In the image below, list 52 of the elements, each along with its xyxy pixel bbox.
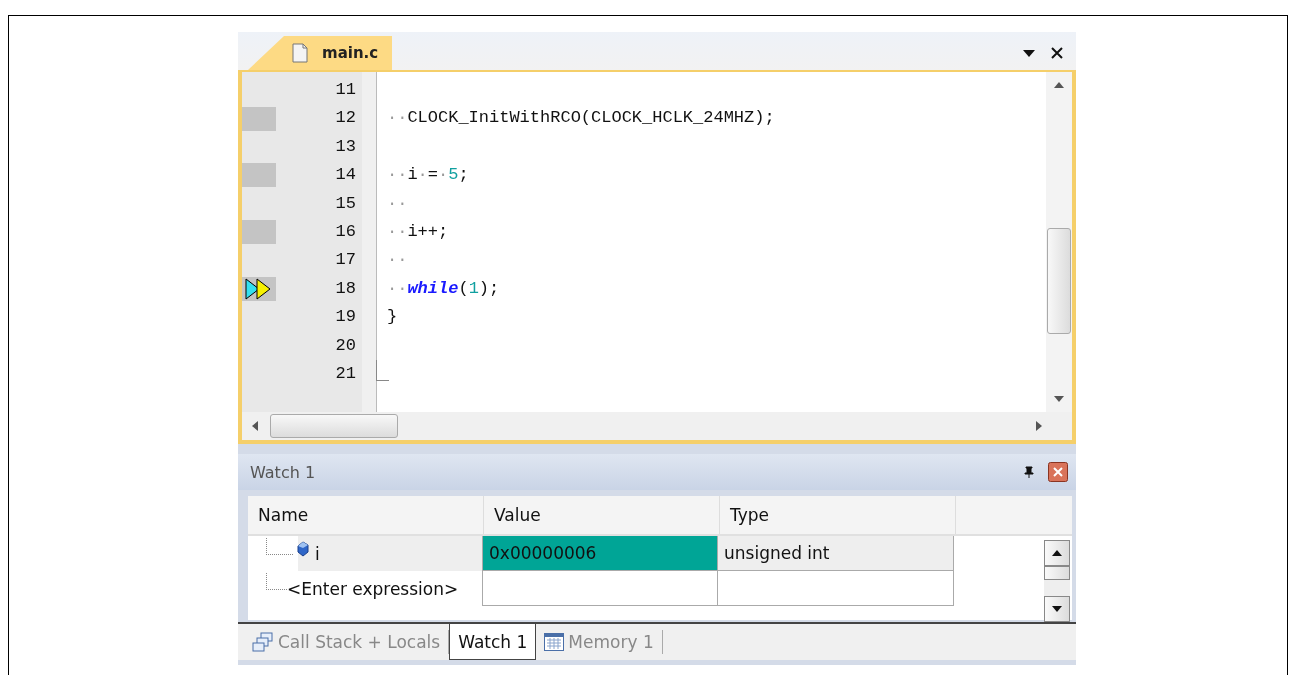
scroll-down-button[interactable]	[1044, 596, 1070, 622]
dropdown-icon[interactable]	[1022, 48, 1036, 58]
file-tab[interactable]: main.c	[248, 36, 393, 70]
document-icon	[292, 43, 308, 63]
scroll-up-icon[interactable]	[1054, 82, 1064, 88]
close-icon[interactable]	[1048, 462, 1068, 482]
line-number: 20	[335, 334, 356, 357]
column-header[interactable]: Name	[248, 496, 484, 534]
stack-windows-icon	[252, 632, 274, 652]
variable-name: i	[315, 543, 320, 564]
code-line: ··while(1);	[387, 278, 500, 298]
column-header[interactable]: Value	[484, 496, 720, 534]
close-icon[interactable]	[1050, 46, 1064, 60]
type-cell: unsigned int	[718, 536, 954, 571]
down-arrow-icon	[1052, 606, 1062, 612]
scroll-thumb[interactable]	[1047, 228, 1071, 334]
code-line: }	[387, 307, 398, 327]
code-line: ··i·=·5;	[387, 165, 469, 185]
vertical-scrollbar[interactable]	[1046, 72, 1072, 412]
line-number: 16	[335, 220, 356, 243]
line-number: 11	[335, 79, 356, 101]
up-arrow-icon	[1052, 550, 1062, 556]
scroll-left-icon[interactable]	[252, 421, 258, 431]
code-line: ··i++;	[387, 221, 449, 241]
code-line: ··CLOCK_InitWithRCO(CLOCK_HCLK_24MHZ);	[387, 108, 775, 128]
panel-title: Watch 1	[250, 462, 316, 482]
panel-tab[interactable]: Watch 1	[449, 624, 537, 660]
pin-icon[interactable]	[1024, 466, 1034, 478]
scroll-up-button[interactable]	[1044, 540, 1070, 566]
line-number: 18	[335, 277, 356, 300]
scroll-right-icon[interactable]	[1036, 421, 1042, 431]
code-line: ··	[387, 193, 408, 213]
scroll-thumb[interactable]	[1044, 566, 1070, 580]
horizontal-scrollbar[interactable]	[242, 412, 1072, 440]
vertical-scrollbar[interactable]	[1044, 540, 1070, 622]
scroll-down-icon[interactable]	[1054, 396, 1064, 402]
code-line: ··	[387, 250, 408, 270]
variable-icon	[297, 540, 309, 557]
line-number: 13	[335, 135, 356, 158]
scroll-thumb[interactable]	[270, 414, 398, 438]
fold-marker	[376, 359, 389, 381]
line-number: 19	[335, 306, 356, 329]
line-number: 17	[335, 249, 356, 272]
line-number: 21	[335, 362, 356, 385]
column-header[interactable]: Type	[720, 496, 956, 534]
value-cell: 0x00000006	[482, 536, 718, 571]
grid-window-icon	[544, 633, 565, 651]
line-number: 15	[335, 192, 356, 215]
line-number: 14	[335, 164, 356, 187]
line-number: 12	[335, 107, 356, 130]
scroll-track	[1044, 580, 1070, 596]
expression-entry[interactable]: <Enter expression>	[287, 578, 459, 599]
